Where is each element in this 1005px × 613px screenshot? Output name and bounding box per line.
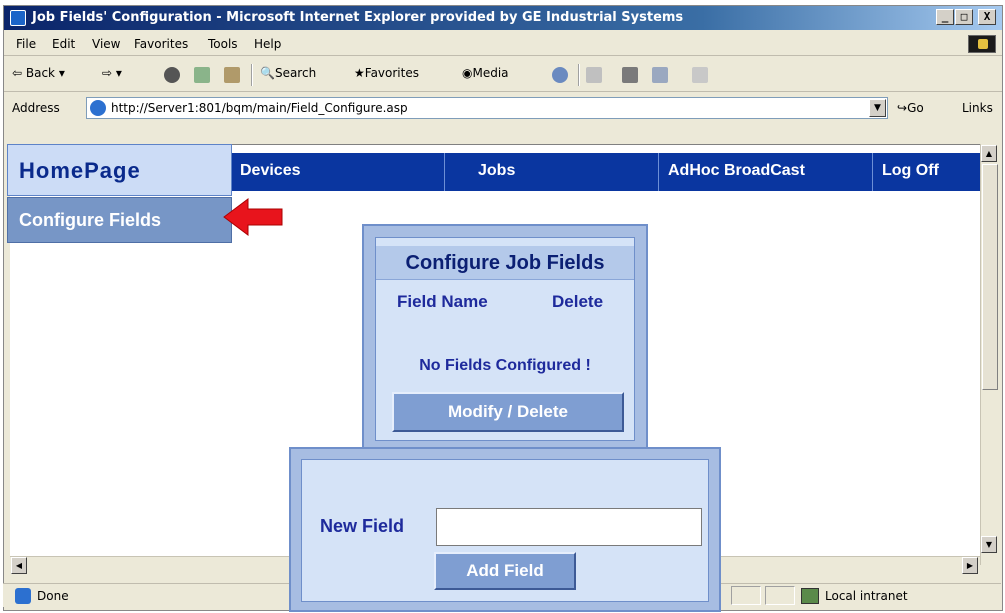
- standard-toolbar: ⇦ Back ▾ ⇨ ▾ 🔍Search ★Favorites ◉Media: [4, 58, 1002, 92]
- nav-divider: [872, 153, 873, 191]
- scroll-down-icon[interactable]: ▼: [981, 536, 997, 553]
- status-zone: Local intranet: [825, 589, 908, 603]
- ie-icon: [10, 10, 26, 26]
- print-icon[interactable]: [622, 67, 638, 83]
- maximize-button[interactable]: □: [955, 9, 973, 25]
- add-field-button[interactable]: Add Field: [434, 552, 576, 590]
- menu-edit[interactable]: Edit: [52, 37, 75, 51]
- mail-icon[interactable]: [586, 67, 602, 83]
- address-label: Address: [12, 101, 60, 115]
- refresh-icon[interactable]: [194, 67, 210, 83]
- field-name-header: Field Name: [397, 292, 488, 311]
- status-text: Done: [37, 589, 69, 603]
- delete-header: Delete: [552, 292, 604, 311]
- search-label: Search: [274, 66, 317, 80]
- homepage-label: HomePage: [19, 158, 141, 183]
- status-page-icon: [15, 588, 31, 604]
- nav-homepage[interactable]: HomePage: [7, 144, 232, 196]
- address-bar: Address http://Server1:801/bqm/main/Fiel…: [4, 93, 1002, 123]
- configure-fields-label: Configure Fields: [19, 210, 162, 230]
- configure-job-fields-panel: Configure Job Fields Field Name Delete N…: [362, 224, 648, 452]
- media-label: Media: [472, 66, 509, 80]
- panel-title: Configure Job Fields: [376, 246, 634, 280]
- toolbar-separator: [251, 64, 253, 86]
- links-button[interactable]: Links: [962, 101, 993, 115]
- status-cell: [765, 586, 795, 605]
- close-button[interactable]: X: [978, 9, 996, 25]
- search-button[interactable]: 🔍Search: [260, 66, 316, 80]
- configure-panel-body: Configure Job Fields Field Name Delete N…: [375, 237, 635, 441]
- red-arrow-icon: [223, 198, 283, 236]
- main-nav-bar: Devices Jobs AdHoc BroadCast Log Off: [226, 153, 980, 191]
- menu-bar: File Edit View Favorites Tools Help: [4, 32, 1002, 56]
- minimize-button[interactable]: _: [936, 9, 954, 25]
- menu-view[interactable]: View: [92, 37, 120, 51]
- empty-message: No Fields Configured !: [419, 357, 591, 374]
- scroll-right-icon[interactable]: ▶: [962, 557, 978, 574]
- add-field-panel: New Field Add Field: [289, 447, 721, 612]
- toolbar-separator: [578, 64, 580, 86]
- stop-icon[interactable]: [164, 67, 180, 83]
- nav-log-off[interactable]: Log Off: [882, 162, 939, 180]
- history-icon[interactable]: [552, 67, 568, 83]
- address-input[interactable]: http://Server1:801/bqm/main/Field_Config…: [86, 97, 888, 119]
- home-icon[interactable]: [224, 67, 240, 83]
- add-field-panel-body: New Field Add Field: [301, 459, 709, 602]
- menu-tools[interactable]: Tools: [208, 37, 238, 51]
- nav-adhoc-broadcast[interactable]: AdHoc BroadCast: [668, 162, 805, 180]
- back-label: Back: [25, 66, 56, 80]
- scroll-left-icon[interactable]: ◀: [11, 557, 27, 574]
- scroll-up-icon[interactable]: ▲: [981, 145, 997, 162]
- new-field-input[interactable]: [436, 508, 702, 546]
- nav-divider: [658, 153, 659, 191]
- media-button[interactable]: ◉Media: [462, 66, 509, 80]
- intranet-icon: [801, 588, 819, 604]
- address-dropdown-icon[interactable]: ▼: [869, 99, 886, 117]
- page-icon: [90, 100, 106, 116]
- nav-divider: [444, 153, 445, 191]
- edit-icon[interactable]: [652, 67, 668, 83]
- favorites-button[interactable]: ★Favorites: [354, 66, 419, 80]
- scroll-thumb[interactable]: [982, 164, 998, 390]
- favorites-label: Favorites: [364, 66, 419, 80]
- forward-button[interactable]: ⇨ ▾: [102, 66, 122, 80]
- modify-delete-button[interactable]: Modify / Delete: [392, 392, 624, 432]
- windows-logo-icon: [968, 35, 996, 53]
- back-button[interactable]: ⇦ Back ▾: [12, 66, 65, 80]
- vertical-scrollbar[interactable]: ▲ ▼: [980, 144, 998, 565]
- go-label: Go: [907, 101, 924, 115]
- menu-favorites[interactable]: Favorites: [134, 37, 188, 51]
- nav-configure-fields[interactable]: Configure Fields: [7, 197, 232, 243]
- nav-devices[interactable]: Devices: [240, 162, 301, 180]
- go-button[interactable]: ↪Go: [897, 101, 924, 115]
- discuss-icon[interactable]: [692, 67, 708, 83]
- status-cell: [731, 586, 761, 605]
- address-url[interactable]: http://Server1:801/bqm/main/Field_Config…: [111, 101, 408, 115]
- menu-file[interactable]: File: [16, 37, 36, 51]
- menu-help[interactable]: Help: [254, 37, 281, 51]
- nav-jobs[interactable]: Jobs: [478, 162, 515, 180]
- title-bar: Job Fields' Configuration - Microsoft In…: [4, 6, 1002, 30]
- window-title: Job Fields' Configuration - Microsoft In…: [32, 10, 684, 25]
- new-field-label: New Field: [320, 516, 405, 536]
